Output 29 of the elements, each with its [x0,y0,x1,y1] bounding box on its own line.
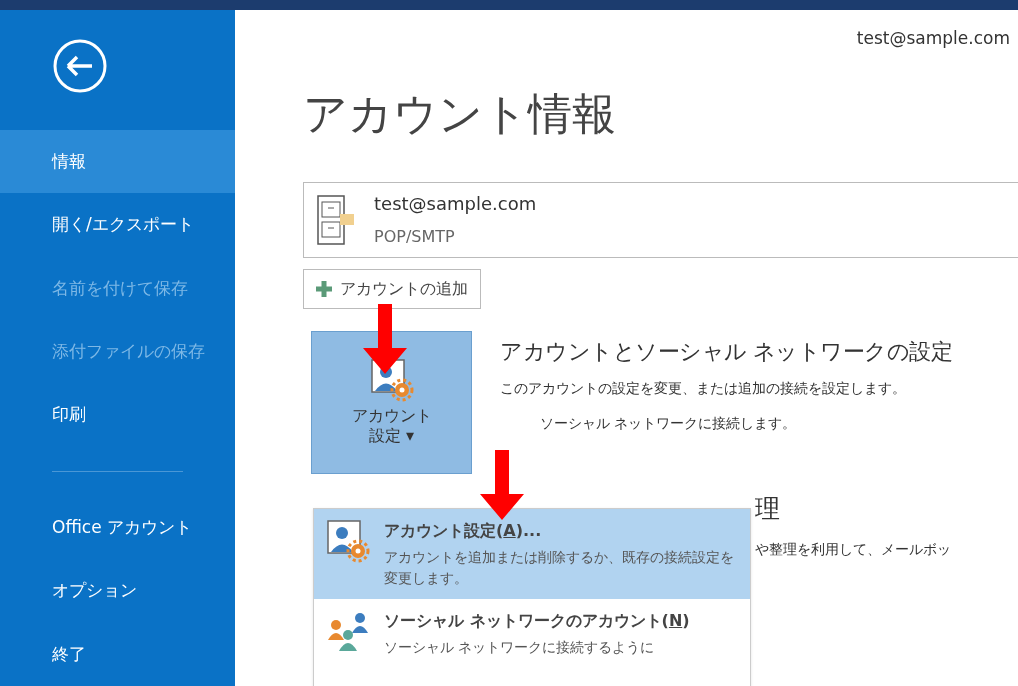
plus-icon [316,280,332,297]
account-selector[interactable]: test@sample.com POP/SMTP [303,181,1018,258]
account-type: POP/SMTP [374,226,456,248]
section-heading: アカウントとソーシャル ネットワークの設定 [500,337,953,366]
sidebar-item[interactable]: 印刷 [0,383,235,447]
page-title: アカウント情報 [303,91,617,136]
menu-item-description: アカウントを追加または削除するか、既存の接続設定を変更します。 [384,548,735,588]
sidebar-item[interactable]: 情報 [0,130,235,194]
menu-item[interactable]: アカウント設定(A)... アカウントを追加または削除するか、既存の接続設定を変更します。 [314,509,750,599]
user-email: test@sample.com [856,27,1010,50]
section-description: このアカウントの設定を変更、または追加の接続を設定します。 [500,378,907,398]
arrow-down-icon [363,304,407,374]
menu-item[interactable]: ソーシャル ネットワークのアカウント(N) ソーシャル ネットワークに接続するように [314,599,750,668]
sidebar-item[interactable]: 開く/エクスポート [0,193,235,257]
arrow-down-icon [480,450,524,520]
section-description: や整理を利用して、メールボッ [755,540,952,559]
account-email: test@sample.com [374,192,537,216]
sidebar-item[interactable]: オプション [0,559,235,623]
menu-item-title: アカウント設定(A)... [384,520,543,542]
account-settings-icon [326,519,370,563]
menu-item-description: ソーシャル ネットワークに接続するように [384,638,656,657]
section-description: ソーシャル ネットワークに接続します。 [540,413,798,433]
sidebar-item[interactable]: 終了 [0,622,235,686]
add-account-button[interactable]: アカウントの追加 [303,268,481,309]
sidebar-item[interactable]: Office アカウント [0,495,235,560]
menu-item-title: ソーシャル ネットワークのアカウント(N) [384,610,691,632]
account-settings-button[interactable]: アカウント 設定 ▾ [311,330,472,474]
section-heading: 理 [755,492,781,525]
mailbox-icon [316,193,356,246]
